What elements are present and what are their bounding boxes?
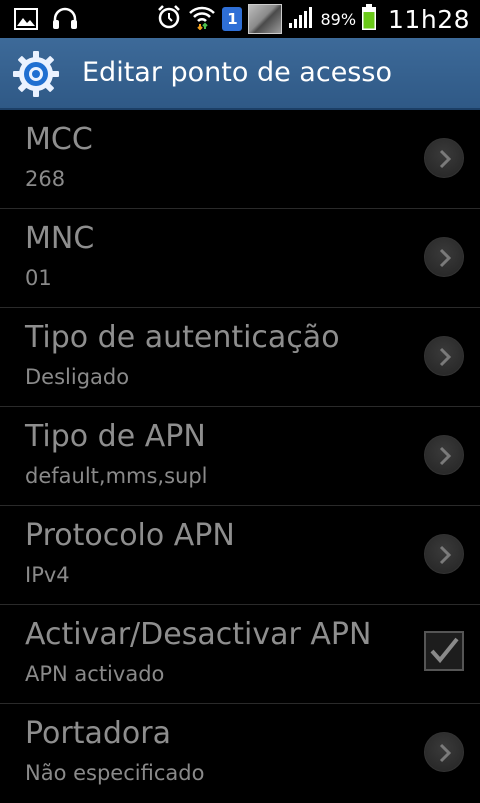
wifi-icon [188, 4, 216, 34]
item-value: IPv4 [25, 563, 70, 587]
list-item-mcc[interactable]: MCC 268 [0, 110, 480, 209]
item-value: 268 [25, 167, 66, 191]
list-item-apn-toggle[interactable]: Activar/Desactivar APN APN activado [0, 605, 480, 704]
clock: 11h28 [388, 4, 470, 34]
battery-icon [362, 4, 377, 34]
chevron-right-icon[interactable] [424, 732, 464, 772]
screenshot-thumbnail [248, 4, 283, 34]
status-bar: 1 89% 11h28 [0, 0, 480, 38]
chevron-right-icon[interactable] [424, 138, 464, 178]
apn-enabled-checkbox[interactable] [424, 631, 464, 671]
chevron-right-icon[interactable] [424, 336, 464, 376]
list-item-bearer[interactable]: Portadora Não especificado [0, 704, 480, 803]
item-title: MCC [25, 122, 93, 157]
item-value: Não especificado [25, 761, 205, 785]
signal-icon [288, 5, 314, 33]
page-title: Editar ponto de acesso [82, 57, 392, 88]
item-title: Tipo de APN [25, 419, 206, 454]
item-value: Desligado [25, 365, 130, 389]
battery-percent: 89% [320, 9, 357, 29]
list-item-auth-type[interactable]: Tipo de autenticação Desligado [0, 308, 480, 407]
list-item-apn-type[interactable]: Tipo de APN default,mms,supl [0, 407, 480, 506]
list-item-mnc[interactable]: MNC 01 [0, 209, 480, 308]
item-title: Activar/Desactivar APN [25, 617, 372, 652]
chevron-right-icon[interactable] [424, 435, 464, 475]
checkmark-icon [430, 637, 459, 664]
alarm-icon [156, 4, 182, 34]
item-title: Protocolo APN [25, 518, 235, 553]
item-title: Tipo de autenticação [25, 320, 340, 355]
chevron-right-icon[interactable] [424, 534, 464, 574]
chevron-right-icon[interactable] [424, 237, 464, 277]
item-title: Portadora [25, 716, 171, 751]
item-value: APN activado [25, 662, 165, 686]
item-value: 01 [25, 266, 52, 290]
settings-list: MCC 268 MNC 01 Tipo de autenticação Desl… [0, 110, 480, 803]
action-bar: Editar ponto de acesso [0, 38, 480, 110]
settings-gear-icon [12, 50, 60, 98]
sim-badge: 1 [222, 7, 243, 31]
list-item-apn-protocol[interactable]: Protocolo APN IPv4 [0, 506, 480, 605]
headset-icon [52, 7, 78, 35]
item-title: MNC [25, 221, 95, 256]
item-value: default,mms,supl [25, 464, 208, 488]
image-icon [14, 8, 38, 34]
